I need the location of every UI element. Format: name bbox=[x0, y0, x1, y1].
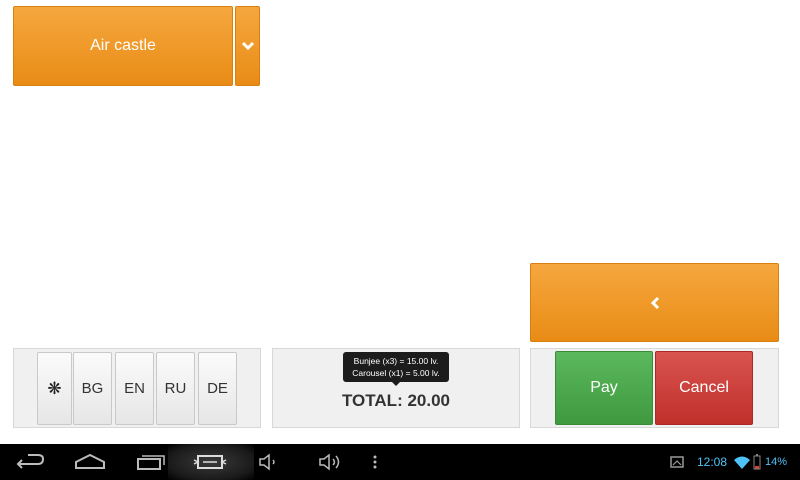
product-select-label: Air castle bbox=[90, 37, 156, 54]
home-nav-icon[interactable] bbox=[70, 450, 110, 474]
order-total: TOTAL: 20.00 bbox=[341, 391, 450, 410]
chevron-down-icon bbox=[241, 41, 254, 51]
volume-down-nav-icon[interactable] bbox=[250, 450, 290, 474]
language-ru-button[interactable]: RU bbox=[156, 352, 195, 425]
action-panel: Pay Cancel bbox=[530, 348, 779, 428]
status-time: 12:08 bbox=[697, 455, 728, 469]
volume-up-nav-icon[interactable] bbox=[310, 450, 350, 474]
back-nav-icon[interactable] bbox=[12, 450, 52, 474]
chevron-left-icon bbox=[650, 296, 659, 309]
product-dropdown-button[interactable] bbox=[235, 6, 260, 86]
cancel-button[interactable]: Cancel bbox=[655, 351, 753, 425]
language-all-button[interactable]: ❋ bbox=[37, 352, 72, 425]
order-total-panel: Bunjee (x3) = 15.00 lv. Carousel (x1) = … bbox=[272, 348, 520, 428]
battery-percent: 14% bbox=[765, 456, 788, 468]
order-line: Carousel (x1) = 5.00 lv. bbox=[352, 368, 440, 378]
menu-nav-icon[interactable] bbox=[355, 450, 395, 474]
back-button[interactable] bbox=[530, 263, 779, 342]
order-line: Bunjee (x3) = 15.00 lv. bbox=[353, 356, 439, 366]
screenshot-nav-icon[interactable] bbox=[190, 450, 230, 474]
order-summary-tooltip: Bunjee (x3) = 15.00 lv. Carousel (x1) = … bbox=[343, 352, 449, 386]
recent-apps-nav-icon[interactable] bbox=[130, 450, 170, 474]
screenshot-notification-icon bbox=[665, 450, 689, 474]
product-select-button[interactable]: Air castle bbox=[13, 6, 233, 86]
wifi-icon bbox=[733, 450, 751, 474]
system-navigation-bar: 12:08 14% bbox=[0, 444, 800, 480]
language-de-button[interactable]: DE bbox=[198, 352, 237, 425]
language-bg-button[interactable]: BG bbox=[73, 352, 112, 425]
language-panel: ❋ BG EN RU DE bbox=[13, 348, 261, 428]
language-en-button[interactable]: EN bbox=[115, 352, 154, 425]
battery-icon bbox=[752, 450, 764, 474]
pay-button[interactable]: Pay bbox=[555, 351, 653, 425]
